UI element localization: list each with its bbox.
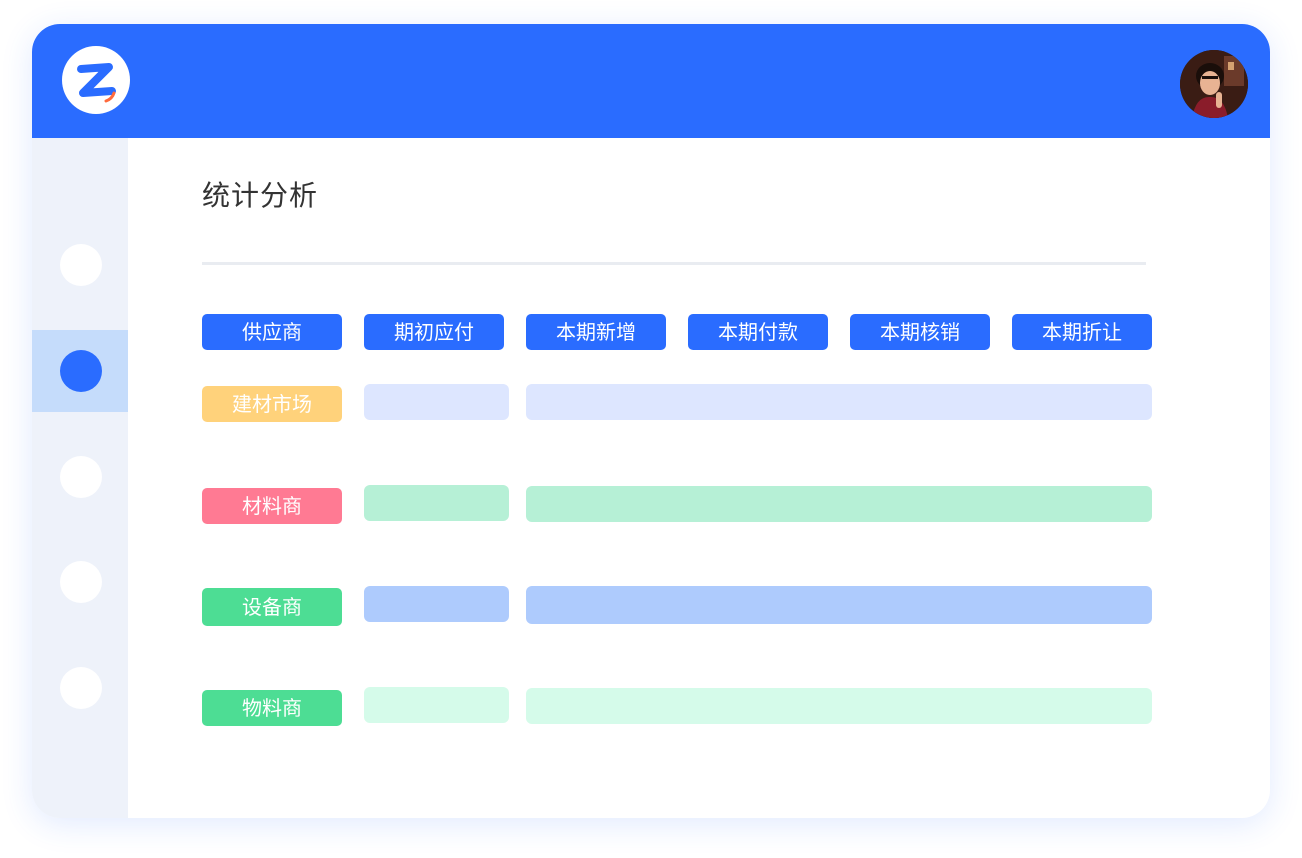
column-header-period-discount[interactable]: 本期折让 (1012, 314, 1152, 350)
sidebar-item-3[interactable] (32, 436, 128, 518)
top-bar (32, 24, 1270, 138)
table-row-bar-period (526, 688, 1152, 724)
table-row-bar-period (526, 586, 1152, 624)
main-content: 统计分析 供应商 期初应付 本期新增 本期付款 本期核销 本期折让 建材市场 材… (128, 138, 1270, 818)
table-row-bar-opening (364, 384, 509, 420)
table-row-bar-period (526, 384, 1152, 420)
nav-dot-icon (60, 244, 102, 286)
nav-dot-icon (60, 667, 102, 709)
nav-dot-icon (60, 561, 102, 603)
sidebar-item-2[interactable] (32, 330, 128, 412)
row-label-equipment-supplier[interactable]: 设备商 (202, 588, 342, 626)
table-row-bar-period (526, 486, 1152, 522)
nav-dot-icon (60, 456, 102, 498)
row-label-goods-supplier[interactable]: 物料商 (202, 690, 342, 726)
row-label-building-materials[interactable]: 建材市场 (202, 386, 342, 422)
row-label-material-supplier[interactable]: 材料商 (202, 488, 342, 524)
column-header-opening-payable[interactable]: 期初应付 (364, 314, 504, 350)
table-row-bar-opening (364, 485, 509, 521)
column-header-period-payment[interactable]: 本期付款 (688, 314, 828, 350)
sidebar-item-1[interactable] (32, 224, 128, 306)
nav-dot-icon (60, 350, 102, 392)
column-header-period-added[interactable]: 本期新增 (526, 314, 666, 350)
column-header-supplier[interactable]: 供应商 (202, 314, 342, 350)
sidebar (32, 138, 128, 818)
table-row-bar-opening (364, 687, 509, 723)
sidebar-item-5[interactable] (32, 647, 128, 729)
column-header-period-writeoff[interactable]: 本期核销 (850, 314, 990, 350)
avatar-icon[interactable] (1180, 50, 1248, 118)
title-divider (202, 262, 1146, 265)
logo-icon[interactable] (62, 46, 130, 114)
page-title: 统计分析 (202, 179, 319, 212)
table-row-bar-opening (364, 586, 509, 622)
sidebar-item-4[interactable] (32, 541, 128, 623)
app-window: 统计分析 供应商 期初应付 本期新增 本期付款 本期核销 本期折让 建材市场 材… (32, 24, 1270, 818)
